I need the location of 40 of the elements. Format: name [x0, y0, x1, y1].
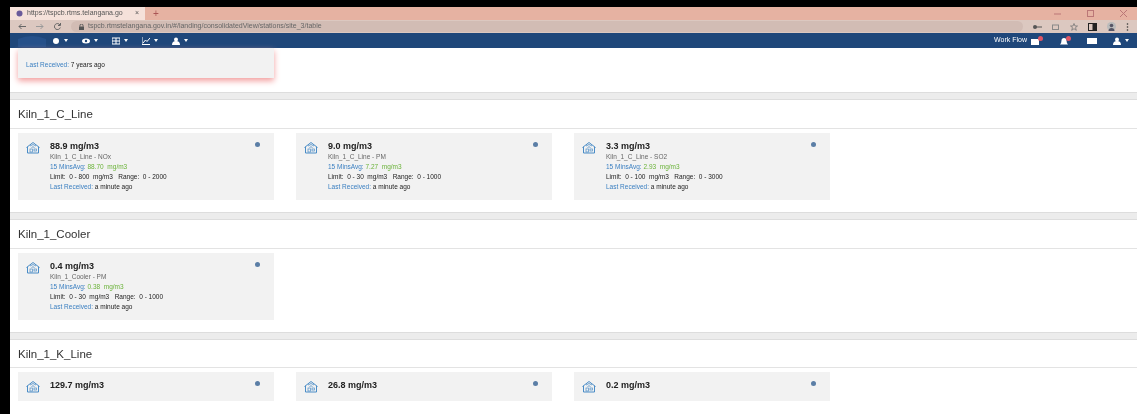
caret-icon[interactable] — [154, 39, 158, 42]
reading-value: 26.8 mg/m3 — [328, 379, 378, 392]
eye-icon[interactable] — [82, 36, 90, 45]
avatar-icon[interactable] — [1107, 22, 1116, 31]
reading-value: 9.0 mg/m3 — [328, 139, 374, 152]
reading-value: 88.9 mg/m3 — [50, 139, 101, 152]
chart-icon[interactable] — [142, 36, 150, 45]
bell-icon[interactable] — [1059, 35, 1071, 46]
reading-value: 0.2 mg/m3 — [606, 379, 651, 392]
sensor-icon — [26, 379, 40, 394]
sensor-icon — [26, 139, 40, 154]
reload-icon[interactable] — [54, 23, 61, 30]
user-icon[interactable] — [1113, 36, 1121, 45]
sensor-icon — [304, 379, 318, 394]
star-icon[interactable] — [1070, 22, 1078, 31]
globe-icon — [16, 10, 23, 17]
section-title: Kiln_1_Cooler — [10, 219, 1137, 249]
user-icon[interactable] — [172, 36, 180, 45]
lock-icon — [79, 23, 84, 30]
reading-value: 3.3 mg/m3 — [606, 139, 652, 152]
section-title: Kiln_1_C_Line — [10, 100, 1137, 129]
sensor-icon — [582, 139, 596, 154]
sidebar-icon[interactable] — [1088, 22, 1097, 31]
more-icon[interactable] — [1126, 22, 1129, 31]
key-icon[interactable] — [1033, 23, 1042, 30]
caret-icon[interactable] — [1125, 39, 1129, 42]
caret-icon[interactable] — [124, 39, 128, 42]
sensor-icon — [304, 139, 318, 154]
caret-icon[interactable] — [184, 39, 188, 42]
section-title: Kiln_1_K_Line — [10, 339, 1137, 369]
back-icon[interactable] — [18, 23, 26, 30]
table-icon[interactable] — [112, 36, 120, 45]
reading-value: 0.4 mg/m3 — [50, 259, 96, 272]
sensor-icon — [582, 379, 596, 394]
caret-icon[interactable] — [94, 39, 98, 42]
message-icon[interactable] — [1087, 37, 1097, 44]
caret-icon[interactable] — [64, 39, 68, 42]
sensor-icon — [26, 259, 40, 274]
inbox-icon[interactable] — [1031, 36, 1043, 45]
reading-value: 129.7 mg/m3 — [50, 379, 105, 392]
